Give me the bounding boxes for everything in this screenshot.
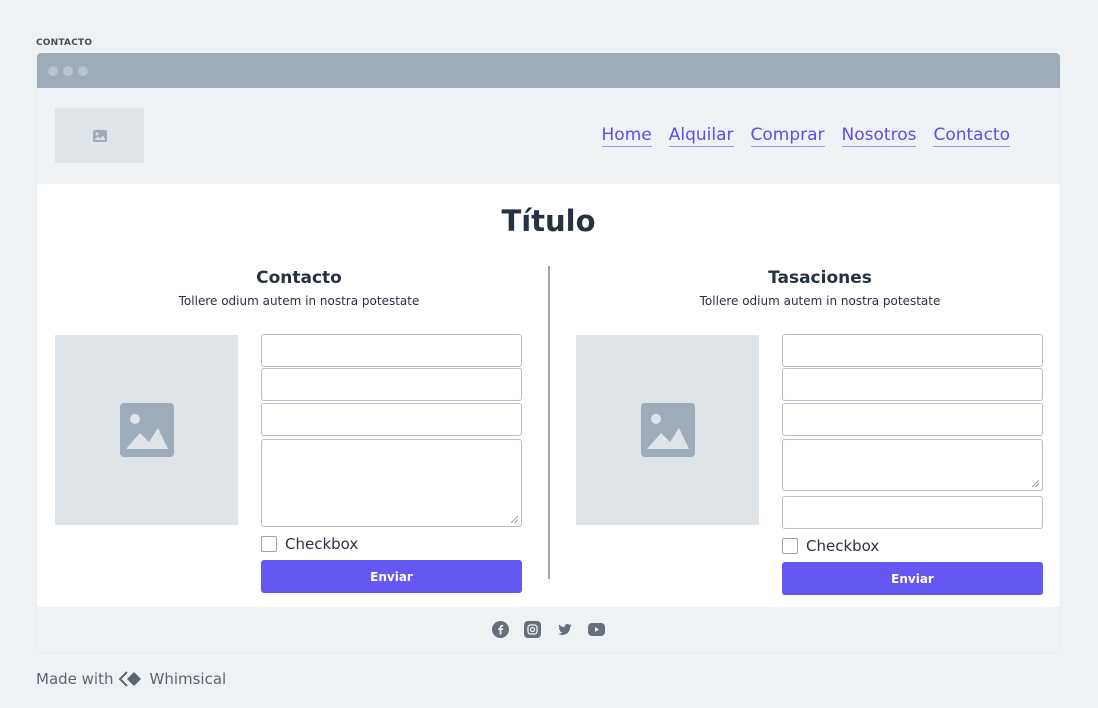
youtube-icon[interactable] — [588, 623, 605, 636]
window-dot-minimize[interactable] — [63, 65, 73, 76]
contact-form: Checkbox Enviar — [261, 334, 522, 593]
image-icon — [640, 403, 695, 457]
frame-label: CONTACTO — [36, 38, 93, 48]
facebook-icon[interactable] — [492, 621, 509, 638]
contact-field-2[interactable] — [261, 368, 522, 401]
window-dot-close[interactable] — [48, 65, 58, 76]
nav-link-nosotros[interactable]: Nosotros — [841, 125, 917, 147]
nav-link-contacto[interactable]: Contacto — [933, 125, 1010, 147]
appraisal-field-1[interactable] — [782, 334, 1043, 367]
site-footer — [37, 607, 1060, 652]
contact-message-textarea[interactable] — [261, 439, 522, 527]
column-divider — [548, 266, 550, 579]
nav-link-comprar[interactable]: Comprar — [750, 125, 825, 147]
appraisal-column: Tasaciones Tollere odium autem in nostra… — [576, 268, 1060, 595]
appraisal-subtitle: Tollere odium autem in nostra potestate — [699, 294, 941, 308]
nav-link-home[interactable]: Home — [601, 125, 652, 147]
contact-column: Contacto Tollere odium autem in nostra p… — [55, 268, 543, 593]
image-icon — [119, 403, 174, 457]
instagram-icon[interactable] — [524, 621, 541, 638]
whimsical-logo-icon — [119, 671, 142, 687]
appraisal-form: Checkbox Enviar — [782, 334, 1043, 595]
appraisal-field-4[interactable] — [782, 496, 1043, 529]
appraisal-checkbox-row[interactable]: Checkbox — [782, 537, 1043, 555]
appraisal-submit-button[interactable]: Enviar — [782, 562, 1043, 595]
contact-checkbox[interactable] — [261, 536, 277, 552]
made-with-brand: Whimsical — [149, 670, 227, 688]
contact-image-placeholder — [55, 335, 238, 525]
appraisal-field-2[interactable] — [782, 368, 1043, 401]
window-dot-maximize[interactable] — [78, 65, 88, 76]
contact-field-3[interactable] — [261, 403, 522, 436]
appraisal-image-placeholder — [576, 335, 759, 525]
contact-checkbox-row[interactable]: Checkbox — [261, 535, 522, 553]
made-with-prefix: Made with — [36, 670, 114, 688]
contact-subtitle: Tollere odium autem in nostra potestate — [178, 294, 420, 308]
contact-checkbox-label: Checkbox — [285, 535, 359, 553]
site-header: Home Alquilar Comprar Nosotros Contacto — [37, 88, 1060, 184]
appraisal-message-textarea[interactable] — [782, 439, 1043, 491]
logo-placeholder[interactable] — [55, 108, 144, 163]
contact-title: Contacto — [256, 268, 342, 288]
twitter-icon[interactable] — [556, 621, 573, 638]
main-content: Título Contacto Tollere odium autem in n… — [37, 184, 1060, 607]
appraisal-checkbox[interactable] — [782, 538, 798, 554]
main-nav: Home Alquilar Comprar Nosotros Contacto — [601, 125, 1010, 147]
page-title: Título — [501, 204, 596, 238]
window-titlebar — [37, 53, 1060, 88]
contact-submit-button[interactable]: Enviar — [261, 560, 522, 593]
appraisal-field-3[interactable] — [782, 403, 1043, 436]
nav-link-alquilar[interactable]: Alquilar — [668, 125, 734, 147]
contact-field-1[interactable] — [261, 334, 522, 367]
appraisal-checkbox-label: Checkbox — [806, 537, 880, 555]
made-with-badge[interactable]: Made with Whimsical — [36, 670, 226, 688]
appraisal-title: Tasaciones — [768, 268, 872, 288]
browser-window: Home Alquilar Comprar Nosotros Contacto … — [37, 53, 1060, 652]
image-icon — [92, 129, 107, 142]
